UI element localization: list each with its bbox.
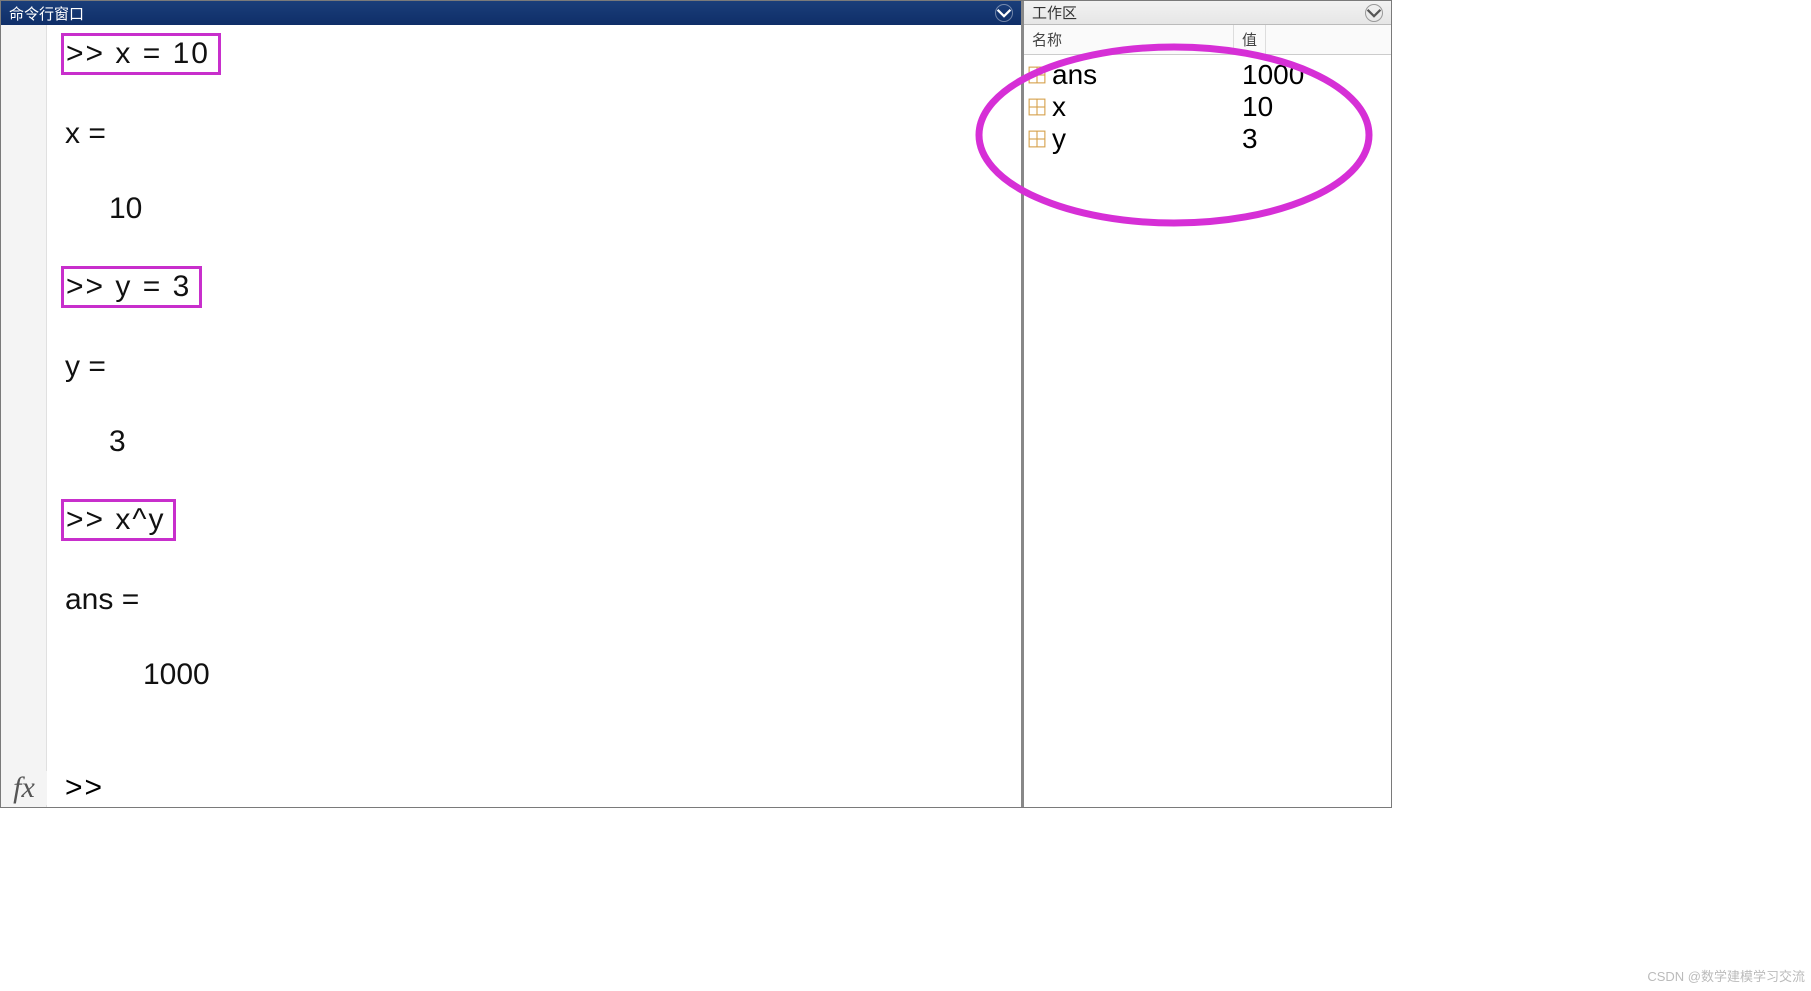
blank-line bbox=[65, 155, 1005, 191]
panel-menu-icon[interactable] bbox=[1365, 4, 1383, 22]
input-annotation-box: >> x^y bbox=[61, 499, 176, 541]
cmd-output-value: 1000 bbox=[65, 657, 1005, 693]
command-window-title: 命令行窗口 bbox=[9, 3, 84, 24]
variable-icon bbox=[1028, 66, 1046, 84]
workspace-row[interactable]: x 10 bbox=[1024, 91, 1391, 123]
cmd-output-line: y = bbox=[65, 349, 1005, 385]
cmd-output-value: 3 bbox=[65, 424, 1005, 460]
variable-icon bbox=[1028, 130, 1046, 148]
variable-name: x bbox=[1052, 91, 1242, 123]
input-annotation-box: >> y = 3 bbox=[61, 266, 202, 308]
blank-line bbox=[65, 80, 1005, 116]
input-annotation-box: >> x = 10 bbox=[61, 33, 221, 75]
variable-value: 1000 bbox=[1242, 59, 1387, 91]
command-window-body[interactable]: >> x = 10 x = 10 >> y = 3 y = 3 >> x^y bbox=[1, 25, 1021, 807]
cmd-output-line: x = bbox=[65, 116, 1005, 152]
panel-menu-icon[interactable] bbox=[995, 4, 1013, 22]
workspace-body[interactable]: ans 1000 x 10 y 3 bbox=[1024, 55, 1391, 159]
workspace-panel: 工作区 名称 值 ans 1000 x 10 bbox=[1024, 1, 1391, 807]
blank-line bbox=[65, 388, 1005, 424]
variable-value: 3 bbox=[1242, 123, 1387, 155]
cmd-input-line: >> x = 10 bbox=[65, 33, 1005, 77]
workspace-title: 工作区 bbox=[1032, 2, 1077, 23]
workspace-row[interactable]: ans 1000 bbox=[1024, 59, 1391, 91]
cmd-output-value: 10 bbox=[65, 191, 1005, 227]
cmd-input-line: >> x^y bbox=[65, 499, 1005, 543]
cmd-output-line: ans = bbox=[65, 582, 1005, 618]
workspace-row[interactable]: y 3 bbox=[1024, 123, 1391, 155]
command-prompt-row[interactable]: fx >> bbox=[1, 771, 1021, 805]
command-window-titlebar[interactable]: 命令行窗口 bbox=[1, 1, 1021, 25]
matlab-desktop: 命令行窗口 >> x = 10 x = 10 >> y = 3 y = bbox=[0, 0, 1392, 808]
workspace-column-name[interactable]: 名称 bbox=[1024, 25, 1234, 54]
cmd-input-line: >> y = 3 bbox=[65, 266, 1005, 310]
variable-icon bbox=[1028, 98, 1046, 116]
blank-line bbox=[65, 546, 1005, 582]
workspace-titlebar[interactable]: 工作区 bbox=[1024, 1, 1391, 25]
blank-line bbox=[65, 313, 1005, 349]
workspace-header-row[interactable]: 名称 值 bbox=[1024, 25, 1391, 55]
variable-value: 10 bbox=[1242, 91, 1387, 123]
command-prompt: >> bbox=[47, 771, 104, 805]
command-window-content[interactable]: >> x = 10 x = 10 >> y = 3 y = 3 >> x^y bbox=[47, 25, 1021, 807]
command-window-panel: 命令行窗口 >> x = 10 x = 10 >> y = 3 y = bbox=[1, 1, 1024, 807]
blank-line bbox=[65, 230, 1005, 266]
workspace-column-value[interactable]: 值 bbox=[1234, 25, 1266, 54]
variable-name: y bbox=[1052, 123, 1242, 155]
blank-line bbox=[65, 463, 1005, 499]
watermark-text: CSDN @数学建模学习交流 bbox=[1647, 966, 1805, 985]
command-window-gutter bbox=[1, 25, 47, 807]
fx-icon[interactable]: fx bbox=[1, 771, 47, 805]
blank-line bbox=[65, 621, 1005, 657]
variable-name: ans bbox=[1052, 59, 1242, 91]
